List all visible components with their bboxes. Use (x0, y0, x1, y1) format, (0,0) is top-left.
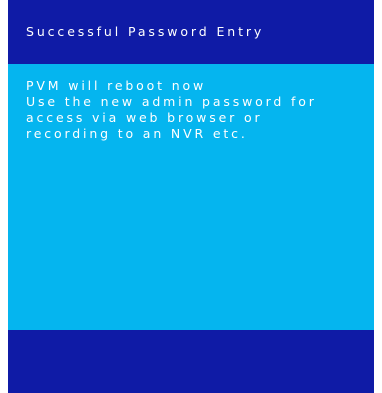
dialog-title: Successful Password Entry (26, 24, 265, 39)
message-line: Use the new admin password for (26, 94, 317, 109)
message-line: access via web browser or (26, 110, 263, 125)
message-line: recording to an NVR etc. (26, 126, 248, 141)
dialog-footer-bar (8, 330, 374, 393)
dialog-message: PVM will reboot now Use the new admin pa… (26, 78, 317, 142)
password-success-dialog: Successful Password Entry PVM will reboo… (8, 0, 374, 393)
message-line: PVM will reboot now (26, 78, 207, 93)
dialog-title-bar: Successful Password Entry (8, 0, 374, 64)
dialog-body: PVM will reboot now Use the new admin pa… (8, 64, 374, 330)
